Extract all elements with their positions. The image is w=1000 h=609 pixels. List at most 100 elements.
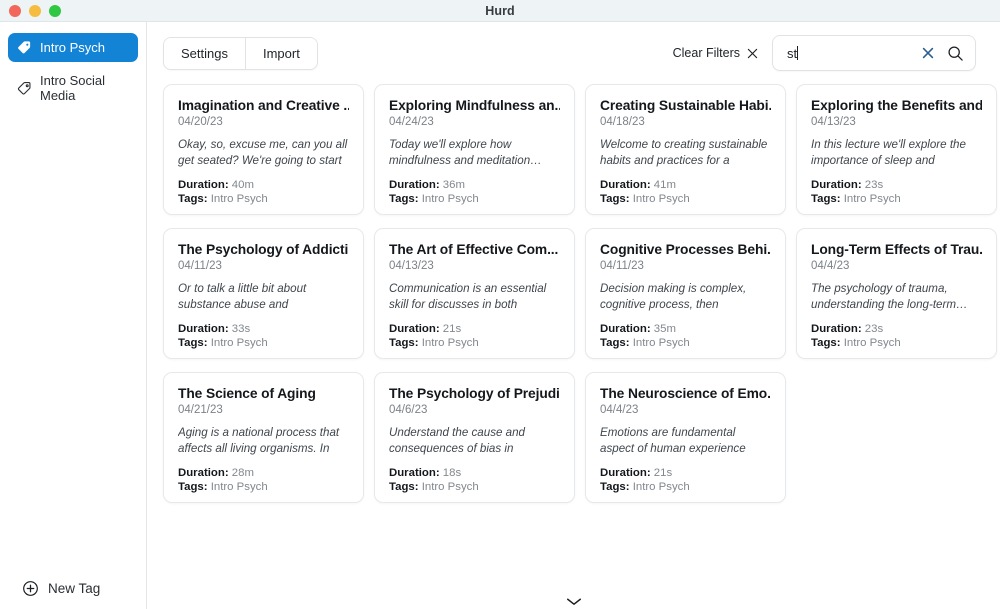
card-title: The Psychology of Addicti...: [178, 242, 349, 257]
card-duration-row: Duration: 36m: [389, 178, 560, 192]
clear-filters-label: Clear Filters: [672, 46, 740, 60]
card-tags-row: Tags: Intro Psych: [600, 480, 771, 494]
cards-grid: Imagination and Creative ... 04/20/23 Okay…: [163, 84, 997, 503]
card-duration-row: Duration: 41m: [600, 178, 771, 192]
duration-value: 33s: [231, 323, 251, 335]
plus-circle-icon: [22, 580, 39, 597]
search-input-value: st: [787, 45, 798, 61]
card-snippet: In this lecture we'll explore the import…: [811, 138, 966, 167]
duration-label: Duration:: [811, 179, 862, 191]
tags-value: Intro Psych: [210, 337, 268, 350]
recording-card[interactable]: Long-Term Effects of Trau... 04/4/23 The p…: [796, 228, 997, 359]
card-snippet: The psychology of trauma, understanding …: [811, 282, 968, 311]
tags-value: Intro Psych: [421, 193, 479, 206]
card-tags-row: Tags: Intro Psych: [389, 480, 560, 494]
search-input[interactable]: st: [787, 45, 921, 61]
card-snippet: Or to talk a little bit about substance …: [178, 282, 307, 311]
cards-scroll-area[interactable]: Imagination and Creative ... 04/20/23 Okay…: [147, 80, 1000, 609]
sidebar-item-label: Intro Social Media: [40, 73, 106, 103]
card-date: 04/11/23: [600, 260, 644, 272]
duration-label: Duration:: [389, 323, 440, 335]
tags-label: Tags:: [178, 481, 208, 494]
sidebar: Intro Psych Intro Social Media New Tag: [0, 22, 147, 609]
clear-filters-button[interactable]: Clear Filters: [673, 46, 758, 60]
recording-card[interactable]: The Neuroscience of Emo... 04/4/23 Emotion…: [585, 372, 786, 503]
duration-label: Duration:: [389, 467, 440, 479]
card-tags-row: Tags: Intro Psych: [811, 192, 982, 206]
recording-card[interactable]: Imagination and Creative ... 04/20/23 Okay…: [163, 84, 364, 215]
window-title: Hurd: [485, 3, 515, 18]
new-tag-button[interactable]: New Tag: [0, 580, 146, 609]
card-snippet: Communication is an essential skill for …: [389, 282, 547, 311]
window-titlebar: Hurd: [0, 0, 1000, 22]
card-tags-row: Tags: Intro Psych: [389, 336, 560, 350]
tags-value: Intro Psych: [632, 337, 690, 350]
card-title: Long-Term Effects of Trau...: [811, 242, 982, 257]
tags-label: Tags:: [600, 481, 630, 494]
duration-value: 21s: [442, 323, 462, 335]
tags-label: Tags:: [600, 337, 630, 350]
tags-label: Tags:: [389, 481, 419, 494]
tags-value: Intro Psych: [421, 337, 479, 350]
duration-value: 21s: [653, 467, 673, 479]
duration-label: Duration:: [178, 179, 229, 191]
recording-card[interactable]: The Science of Aging 04/21/23 Aging is a n…: [163, 372, 364, 503]
card-snippet: Welcome to creating sustainable habits a…: [600, 138, 768, 167]
duration-value: 28m: [231, 467, 254, 479]
tags-value: Intro Psych: [210, 193, 268, 206]
duration-value: 36m: [442, 179, 465, 191]
card-date: 04/4/23: [600, 404, 639, 416]
text-cursor: [797, 45, 799, 60]
tags-label: Tags:: [178, 193, 208, 206]
sidebar-item-intro-psych[interactable]: Intro Psych: [8, 33, 138, 62]
card-date: 04/21/23: [178, 404, 223, 416]
tags-label: Tags:: [811, 193, 841, 206]
card-date: 04/4/23: [811, 260, 850, 272]
scroll-down-button[interactable]: [147, 594, 1000, 605]
tags-label: Tags:: [811, 337, 841, 350]
duration-value: 35m: [653, 323, 676, 335]
card-snippet: Understand the cause and consequences of…: [389, 426, 526, 455]
card-duration-row: Duration: 28m: [178, 466, 349, 480]
card-date: 04/20/23: [178, 116, 223, 128]
duration-label: Duration:: [600, 467, 651, 479]
card-title: Exploring Mindfulness an...: [389, 98, 560, 113]
card-duration-row: Duration: 21s: [389, 322, 560, 336]
duration-value: 18s: [442, 467, 462, 479]
toolbar: Settings Import Clear Filters st: [147, 22, 1000, 80]
search-icon[interactable]: [947, 45, 964, 62]
card-tags-row: Tags: Intro Psych: [600, 192, 771, 206]
recording-card[interactable]: Exploring Mindfulness an... 04/24/23 Today…: [374, 84, 575, 215]
recording-card[interactable]: Cognitive Processes Behi... 04/11/23 Decis…: [585, 228, 786, 359]
duration-value: 23s: [864, 323, 884, 335]
recording-card[interactable]: The Art of Effective Com... 04/13/23 Commu…: [374, 228, 575, 359]
duration-value: 41m: [653, 179, 676, 191]
card-duration-row: Duration: 18s: [389, 466, 560, 480]
sidebar-item-intro-social-media[interactable]: Intro Social Media: [8, 66, 138, 110]
recording-card[interactable]: Exploring the Benefits and... 04/13/23 In …: [796, 84, 997, 215]
recording-card[interactable]: The Psychology of Addicti... 04/11/23 Or t…: [163, 228, 364, 359]
chevron-down-icon: [565, 594, 583, 605]
tags-label: Tags:: [178, 337, 208, 350]
tags-value: Intro Psych: [421, 481, 479, 494]
card-duration-row: Duration: 40m: [178, 178, 349, 192]
main-content: Settings Import Clear Filters st Imagina…: [147, 22, 1000, 609]
tag-icon: [17, 81, 32, 96]
duration-label: Duration:: [178, 467, 229, 479]
import-button[interactable]: Import: [245, 37, 317, 69]
card-title: The Art of Effective Com...: [389, 242, 559, 257]
card-tags-row: Tags: Intro Psych: [178, 336, 349, 350]
recording-card[interactable]: Creating Sustainable Habi... 04/18/23 Welc…: [585, 84, 786, 215]
clear-search-icon[interactable]: [921, 46, 935, 60]
tags-value: Intro Psych: [843, 337, 901, 350]
tags-value: Intro Psych: [843, 193, 901, 206]
duration-value: 23s: [864, 179, 884, 191]
settings-button[interactable]: Settings: [164, 37, 246, 69]
recording-card[interactable]: The Psychology of Prejudi... 04/6/23 Under…: [374, 372, 575, 503]
card-snippet: Decision making is complex, cognitive pr…: [600, 282, 747, 311]
search-box[interactable]: st: [772, 35, 976, 71]
card-title: Imagination and Creative ...: [178, 98, 349, 113]
card-title: The Neuroscience of Emo...: [600, 386, 771, 401]
duration-label: Duration:: [600, 179, 651, 191]
duration-label: Duration:: [389, 179, 440, 191]
